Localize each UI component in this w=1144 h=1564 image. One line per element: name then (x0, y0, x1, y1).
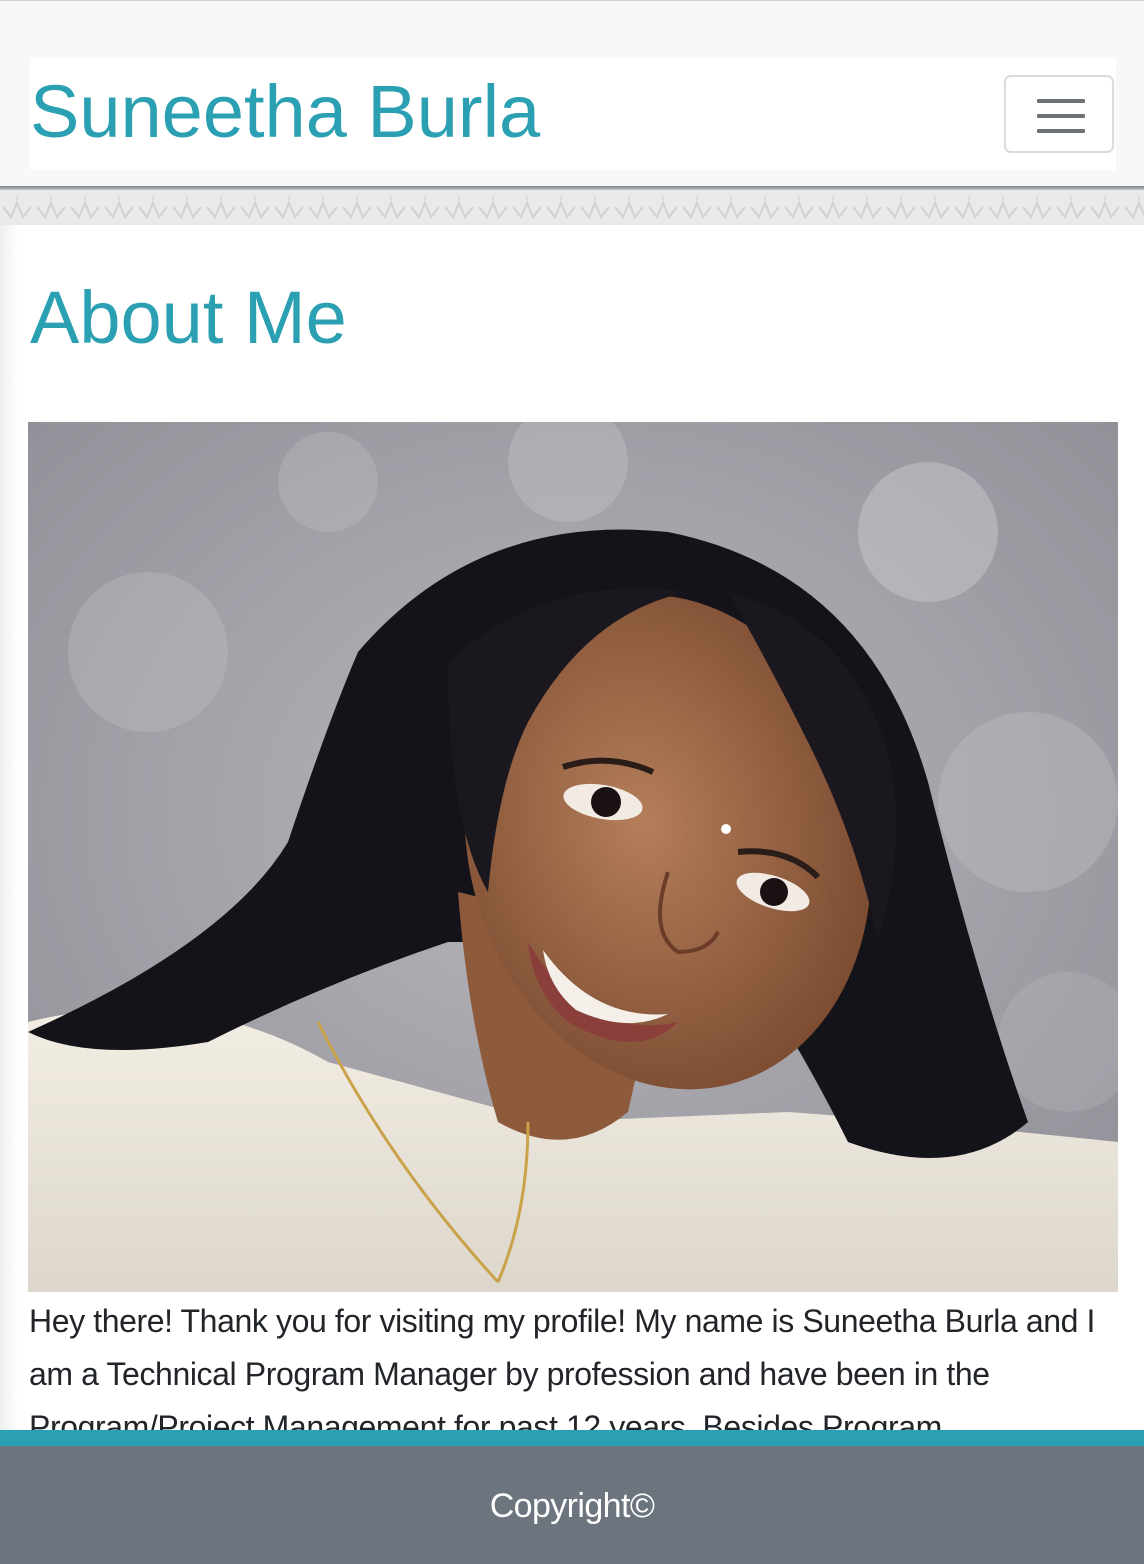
navbar: Suneetha Burla (30, 58, 1116, 170)
copyright-text: Copyright© (489, 1487, 655, 1525)
profile-photo (28, 422, 1118, 1292)
header: Suneetha Burla (0, 0, 1144, 186)
page-title: About Me (30, 276, 347, 359)
left-edge-shade (0, 225, 18, 1430)
hamburger-icon (1037, 99, 1085, 103)
brand-link[interactable]: Suneetha Burla (30, 64, 540, 160)
decorative-pattern-strip (0, 190, 1144, 225)
hamburger-icon-bar (1037, 129, 1085, 133)
footer-accent-bar (0, 1430, 1144, 1446)
hamburger-icon-bar (1037, 114, 1085, 118)
footer: Copyright© (0, 1446, 1144, 1564)
page: Suneetha Burla About Me Hey there! Thank… (0, 0, 1144, 1564)
menu-toggle-button[interactable] (1004, 75, 1114, 153)
